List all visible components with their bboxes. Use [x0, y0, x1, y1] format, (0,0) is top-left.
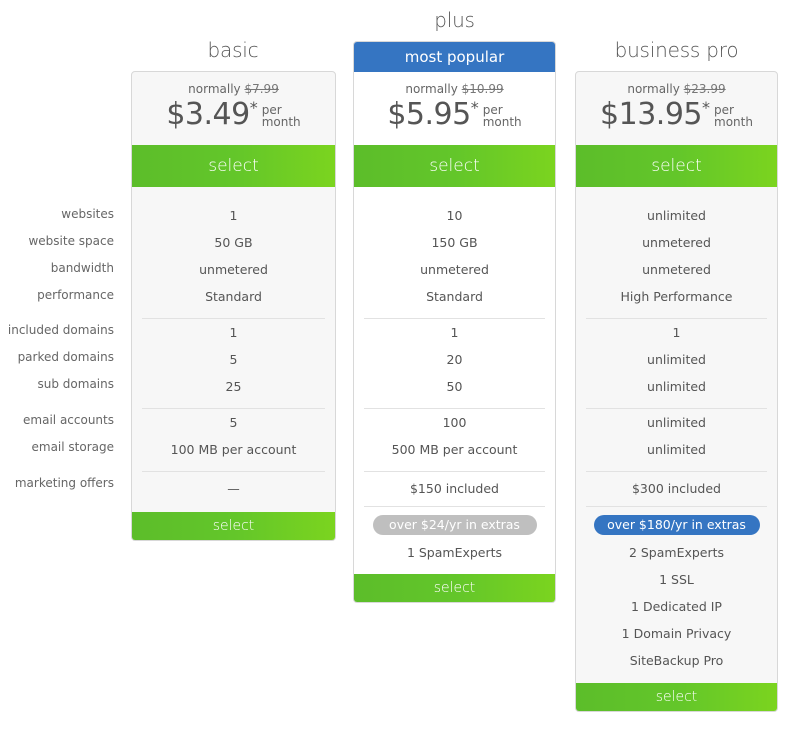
price-block: normally $23.99 $13.95 * per month: [576, 72, 777, 145]
value-sub-domains: unlimited: [647, 379, 706, 394]
current-price: $5.95: [387, 97, 471, 132]
value-marketing-offers: $150 included: [409, 481, 499, 496]
price-asterisk: *: [249, 98, 258, 117]
label-bandwidth: bandwidth: [50, 261, 114, 275]
value-sub-domains: 25: [225, 379, 242, 394]
value-websites: 10: [446, 208, 463, 223]
per-month: per month: [714, 103, 753, 129]
value-bandwidth: unmetered: [199, 262, 268, 277]
value-email-accounts: 5: [229, 415, 238, 430]
value-included-domains: 1: [450, 325, 459, 340]
value-websites: 1: [229, 208, 238, 223]
plan-card-business-pro: normally $23.99 $13.95 * per month selec…: [575, 71, 778, 712]
plan-card-basic: normally $7.99 $3.49 * per month select …: [131, 71, 336, 541]
value-email-accounts: 100: [442, 415, 467, 430]
price-asterisk: *: [470, 98, 479, 117]
select-button-basic-bottom[interactable]: select: [132, 512, 335, 540]
divider: [586, 506, 767, 507]
value-websites: unlimited: [647, 208, 706, 223]
plan-name-plus: plus: [434, 8, 475, 32]
divider: [364, 506, 545, 507]
feature-list: unlimited unmetered unmetered High Perfo…: [576, 187, 777, 674]
label-parked-domains: parked domains: [17, 350, 114, 364]
value-sub-domains: 50: [446, 379, 463, 394]
value-email-storage: 100 MB per account: [170, 442, 297, 457]
old-price: $23.99: [683, 82, 726, 96]
value-website-space: 150 GB: [431, 235, 478, 250]
price-block: normally $10.99 $5.95 * per month: [354, 72, 555, 145]
value-website-space: 50 GB: [214, 235, 253, 250]
plan-name-business-pro: business pro: [614, 38, 739, 62]
value-marketing-offers: —: [227, 481, 240, 496]
old-price: $10.99: [461, 82, 504, 96]
extras-pill: over $180/yr in extras: [593, 515, 760, 535]
label-email-accounts: email accounts: [23, 413, 114, 427]
select-button-business-pro-bottom[interactable]: select: [576, 683, 777, 711]
feature-list: 10 150 GB unmetered Standard 1 20 50 100…: [354, 187, 555, 566]
normally-price: normally $10.99: [405, 82, 504, 96]
normally-price: normally $7.99: [188, 82, 279, 96]
value-included-domains: 1: [672, 325, 681, 340]
label-marketing-offers: marketing offers: [14, 476, 114, 490]
value-website-space: unmetered: [642, 235, 711, 250]
value-bandwidth: unmetered: [420, 262, 489, 277]
label-website-space: website space: [28, 234, 114, 248]
current-price: $13.95: [600, 97, 703, 132]
extra-item: SiteBackup Pro: [629, 653, 724, 668]
plan-card-plus: most popular normally $10.99 $5.95 * per…: [353, 41, 556, 603]
value-performance: High Performance: [620, 289, 733, 304]
extra-item: 1 Dedicated IP: [631, 599, 722, 614]
value-parked-domains: 20: [446, 352, 463, 367]
feature-list: 1 50 GB unmetered Standard 1 5 25 5 100 …: [132, 187, 335, 506]
most-popular-badge: most popular: [354, 42, 555, 72]
label-included-domains: included domains: [7, 323, 114, 337]
value-bandwidth: unmetered: [642, 262, 711, 277]
value-performance: Standard: [205, 289, 262, 304]
value-marketing-offers: $300 included: [631, 481, 721, 496]
extra-item: 1 Domain Privacy: [621, 626, 732, 641]
select-button-basic[interactable]: select: [132, 145, 335, 187]
label-email-storage: email storage: [31, 440, 115, 454]
per-month: per month: [482, 103, 522, 129]
extra-item: 1 SpamExperts: [406, 545, 503, 560]
value-parked-domains: unlimited: [647, 352, 706, 367]
extras-pill: over $24/yr in extras: [372, 515, 537, 535]
label-performance: performance: [37, 288, 114, 302]
per-month: per month: [261, 103, 301, 129]
value-email-storage: 500 MB per account: [391, 442, 518, 457]
value-performance: Standard: [426, 289, 483, 304]
value-email-accounts: unlimited: [647, 415, 706, 430]
extra-item: 1 SSL: [659, 572, 694, 587]
price-block: normally $7.99 $3.49 * per month: [132, 72, 335, 145]
current-price: $3.49: [166, 97, 250, 132]
select-button-plus[interactable]: select: [354, 145, 555, 187]
extra-item: 2 SpamExperts: [628, 545, 725, 560]
price-asterisk: *: [702, 98, 711, 117]
value-email-storage: unlimited: [647, 442, 706, 457]
select-button-business-pro[interactable]: select: [576, 145, 777, 187]
normally-price: normally $23.99: [627, 82, 726, 96]
value-parked-domains: 5: [229, 352, 238, 367]
value-included-domains: 1: [229, 325, 238, 340]
old-price: $7.99: [244, 82, 279, 96]
label-websites: websites: [61, 207, 114, 221]
plan-name-basic: basic: [207, 38, 259, 62]
select-button-plus-bottom[interactable]: select: [354, 574, 555, 602]
label-sub-domains: sub domains: [37, 377, 114, 391]
